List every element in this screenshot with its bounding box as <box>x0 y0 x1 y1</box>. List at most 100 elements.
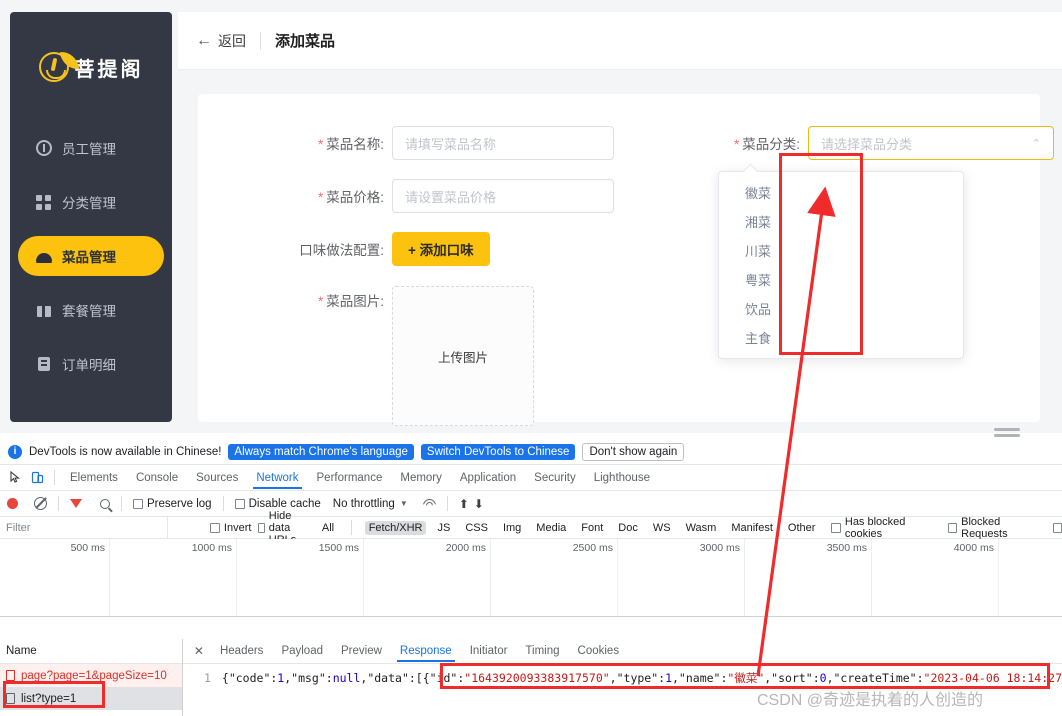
blocked-requests-label: Blocked Requests <box>961 515 1008 540</box>
chevron-down-icon[interactable]: ▼ <box>400 499 408 508</box>
dish-category-dropdown: 徽菜 湘菜 川菜 粤菜 饮品 主食 <box>718 171 964 359</box>
dropdown-option-huicai[interactable]: 徽菜 <box>719 179 963 208</box>
search-icon[interactable] <box>100 498 110 509</box>
filter-type-ws[interactable]: WS <box>649 521 675 535</box>
tab-memory[interactable]: Memory <box>391 468 451 488</box>
filter-type-other[interactable]: Other <box>784 521 820 535</box>
dish-price-input[interactable]: 请设置菜品价格 <box>392 179 614 213</box>
filter-type-img[interactable]: Img <box>499 521 525 535</box>
json-token: {"code": <box>221 671 278 685</box>
image-upload-dropzone[interactable]: 上传图片 <box>392 286 534 426</box>
json-token: "2023-04-06 18:14:27 <box>923 671 1062 685</box>
network-detail-area: Name page?page=1&pageSize=10 list?type=1… <box>0 639 1062 716</box>
flavor-config-label: 口味做法配置: <box>299 243 384 258</box>
export-har-icon[interactable]: ⬇ <box>474 497 484 511</box>
response-tab-timing[interactable]: Timing <box>516 641 568 661</box>
filter-type-fetch-xhr[interactable]: Fetch/XHR <box>364 520 427 535</box>
import-har-icon[interactable]: ⬆ <box>459 497 469 511</box>
request-row-list[interactable]: list?type=1 <box>0 687 182 710</box>
dont-show-again-button[interactable]: Don't show again <box>582 442 685 461</box>
response-tab-preview[interactable]: Preview <box>332 641 391 661</box>
checkbox[interactable] <box>258 522 265 533</box>
third-party-checkbox[interactable] <box>1052 522 1062 533</box>
dropdown-option-yuecai[interactable]: 粤菜 <box>719 266 963 295</box>
tab-performance[interactable]: Performance <box>308 468 392 488</box>
tab-security[interactable]: Security <box>525 468 585 488</box>
disable-cache-checkbox[interactable]: Disable cache <box>234 498 321 510</box>
filter-type-doc[interactable]: Doc <box>614 521 642 535</box>
throttling-select[interactable]: No throttling <box>333 498 395 510</box>
record-dot-icon[interactable] <box>7 498 18 509</box>
close-icon[interactable]: ✕ <box>187 644 211 658</box>
response-tab-headers[interactable]: Headers <box>211 641 272 661</box>
clear-icon[interactable] <box>34 497 47 510</box>
field-dish-name: * 菜品名称: 请填写菜品名称 <box>288 126 614 160</box>
filter-type-wasm[interactable]: Wasm <box>682 521 721 535</box>
sidebar-item-label: 套餐管理 <box>62 304 116 319</box>
sidebar-item-employee[interactable]: 员工管理 <box>18 128 164 168</box>
field-dish-price: * 菜品价格: 请设置菜品价格 <box>288 179 614 213</box>
response-tabbar: ✕ Headers Payload Preview Response Initi… <box>182 639 1062 664</box>
page-title: 添加菜品 <box>275 33 336 50</box>
checkbox[interactable] <box>209 522 220 533</box>
checkbox[interactable] <box>133 498 143 509</box>
blocked-requests-checkbox[interactable]: Blocked Requests <box>947 515 1044 540</box>
response-tab-cookies[interactable]: Cookies <box>569 641 629 661</box>
response-tab-response[interactable]: Response <box>391 641 461 662</box>
tab-sources[interactable]: Sources <box>187 468 247 488</box>
filter-type-css[interactable]: CSS <box>461 521 492 535</box>
timeline-tick: 3500 ms <box>826 542 867 554</box>
network-conditions-icon[interactable] <box>422 498 436 510</box>
request-name: list?type=1 <box>21 692 77 705</box>
network-filter-bar: Filter Invert Hide data URLs All Fetch/X… <box>0 510 1062 546</box>
invert-checkbox[interactable]: Invert <box>209 522 251 534</box>
response-tab-payload[interactable]: Payload <box>272 641 332 661</box>
web-app-area: 菩提阁 员工管理 分类管理 菜品管理 套餐管理 订单明细 ← 返回 添加菜品 *… <box>0 0 1062 437</box>
back-button[interactable]: ← 返回 <box>196 31 246 51</box>
device-toolbar-icon[interactable] <box>26 468 48 488</box>
json-token: ,"type": <box>609 671 666 685</box>
checkbox[interactable] <box>947 522 958 533</box>
filter-type-all[interactable]: All <box>318 521 338 535</box>
has-blocked-cookies-checkbox[interactable]: Has blocked cookies <box>831 516 938 540</box>
always-match-language-button[interactable]: Always match Chrome's language <box>228 443 414 460</box>
filter-input[interactable]: Filter <box>0 516 168 539</box>
sidebar: 菩提阁 员工管理 分类管理 菜品管理 套餐管理 订单明细 <box>10 12 172 422</box>
dropdown-option-xiangcai[interactable]: 湘菜 <box>719 208 963 237</box>
dish-name-input[interactable]: 请填写菜品名称 <box>392 126 614 160</box>
checkbox[interactable] <box>831 522 841 533</box>
json-token: ,"createTime": <box>826 671 924 685</box>
dish-category-select[interactable]: 请选择菜品分类 ⌃ <box>808 126 1054 160</box>
filter-type-font[interactable]: Font <box>577 521 607 535</box>
json-token: "徽菜" <box>727 671 765 685</box>
checkbox[interactable] <box>234 498 245 509</box>
grid-icon <box>36 194 52 210</box>
dropdown-option-zhushi[interactable]: 主食 <box>719 324 963 353</box>
tab-elements[interactable]: Elements <box>61 468 127 488</box>
dropdown-option-chuancai[interactable]: 川菜 <box>719 237 963 266</box>
inspect-cursor-icon[interactable] <box>4 468 26 488</box>
filter-type-media[interactable]: Media <box>532 521 570 535</box>
filter-type-js[interactable]: JS <box>433 521 454 535</box>
sidebar-item-label: 员工管理 <box>62 142 116 157</box>
tab-application[interactable]: Application <box>451 468 525 488</box>
funnel-icon[interactable] <box>70 499 82 508</box>
response-tab-initiator[interactable]: Initiator <box>461 641 517 661</box>
tab-lighthouse[interactable]: Lighthouse <box>585 468 659 488</box>
network-timeline-overview[interactable]: 500 ms 1000 ms 1500 ms 2000 ms 2500 ms 3… <box>0 539 1062 617</box>
dish-form-card: * 菜品名称: 请填写菜品名称 * 菜品价格: 请设置菜品价格 口味做法配置: + … <box>198 94 1054 426</box>
sidebar-item-orders[interactable]: 订单明细 <box>18 344 164 384</box>
sidebar-item-category[interactable]: 分类管理 <box>18 182 164 222</box>
dropdown-option-yinpin[interactable]: 饮品 <box>719 295 963 324</box>
request-row-page[interactable]: page?page=1&pageSize=10 <box>0 664 182 687</box>
response-body[interactable]: 1 {"code": 1 ,"msg":null,"data":[{"id":"164… <box>183 664 1062 686</box>
request-list: Name page?page=1&pageSize=10 list?type=1 <box>0 639 183 716</box>
filter-type-manifest[interactable]: Manifest <box>727 521 777 535</box>
tab-console[interactable]: Console <box>127 468 187 488</box>
switch-devtools-to-chinese-button[interactable]: Switch DevTools to Chinese <box>420 443 576 460</box>
sidebar-item-combo[interactable]: 套餐管理 <box>18 290 164 330</box>
sidebar-item-dish[interactable]: 菜品管理 <box>18 236 164 276</box>
preserve-log-checkbox[interactable]: Preserve log <box>133 498 212 510</box>
tab-network[interactable]: Network <box>247 468 307 489</box>
add-flavor-button[interactable]: + 添加口味 <box>392 232 490 266</box>
